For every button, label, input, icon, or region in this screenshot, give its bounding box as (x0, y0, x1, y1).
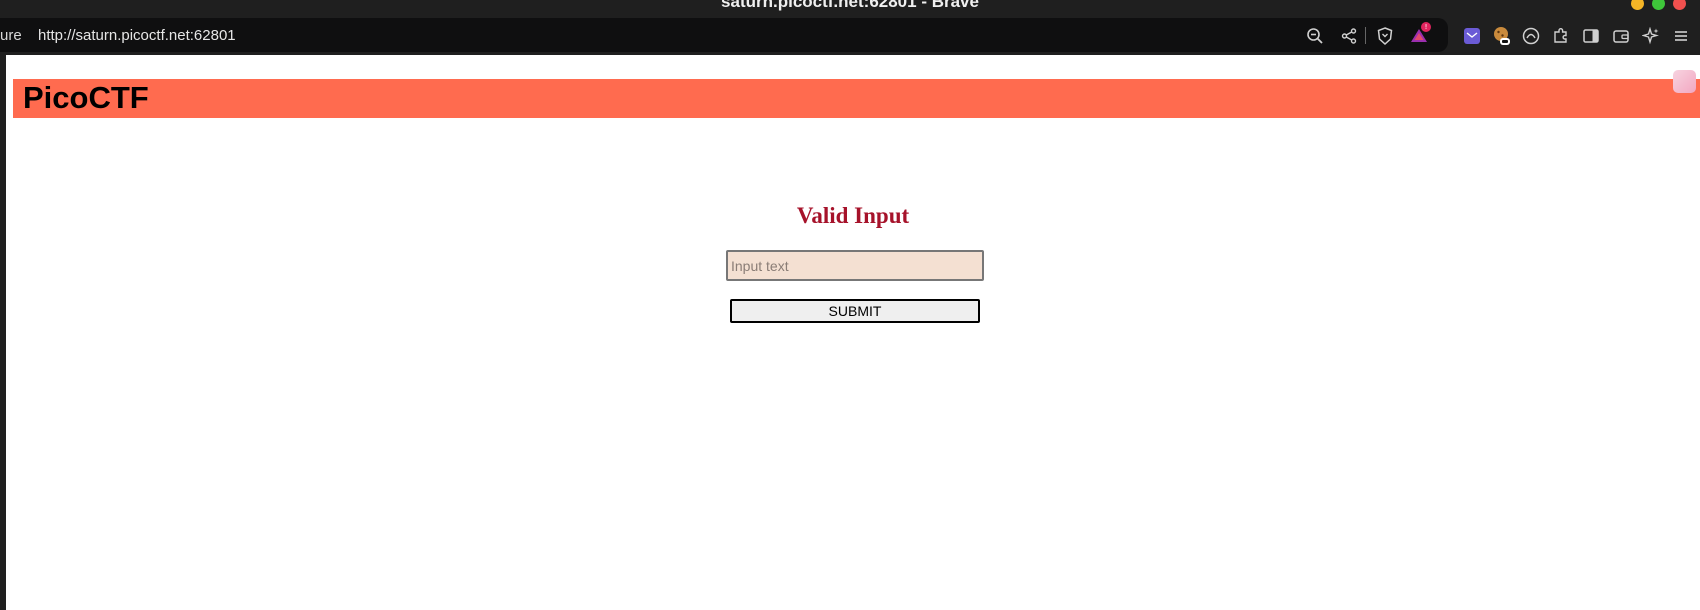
text-input-field[interactable] (726, 250, 984, 281)
leo-ai-icon[interactable] (1641, 26, 1661, 46)
zoom-out-icon[interactable] (1305, 26, 1325, 46)
window-title: saturn.picoctf.net:62801 - Brave (721, 0, 979, 11)
wallet-icon[interactable] (1611, 26, 1631, 46)
extensions-puzzle-icon[interactable] (1551, 26, 1571, 46)
window-controls (1631, 0, 1686, 10)
brave-shields-icon[interactable] (1375, 26, 1395, 46)
form-title: Valid Input (796, 203, 910, 228)
page-viewport: PicoCTF Valid Input SUBMIT (6, 55, 1700, 610)
share-icon[interactable] (1339, 26, 1359, 46)
sidebar-icon[interactable] (1581, 26, 1601, 46)
extension-helmet-icon[interactable] (1521, 26, 1541, 46)
rewards-badge: ! (1421, 22, 1431, 32)
address-bar-prefix: ure (0, 27, 22, 44)
toolbar-separator (1365, 27, 1366, 44)
minimize-button[interactable] (1631, 0, 1644, 10)
window-titlebar: saturn.picoctf.net:62801 - Brave (0, 0, 1700, 18)
browser-toolbar: ure http://saturn.picoctf.net:62801 ! (0, 18, 1700, 55)
address-bar[interactable]: ure http://saturn.picoctf.net:62801 ! (0, 18, 1448, 52)
menu-icon[interactable] (1671, 26, 1691, 46)
maximize-button[interactable] (1652, 0, 1665, 10)
extension-mail-icon[interactable] (1462, 26, 1482, 46)
site-brand: PicoCTF (23, 80, 149, 115)
submit-button[interactable]: SUBMIT (730, 299, 980, 323)
brave-rewards-icon[interactable]: ! (1409, 22, 1431, 46)
extension-cookie-icon[interactable] (1492, 26, 1512, 46)
page-corner-extension-icon[interactable] (1673, 70, 1696, 93)
close-button[interactable] (1673, 0, 1686, 10)
site-header: PicoCTF (13, 79, 1700, 118)
address-bar-url[interactable]: http://saturn.picoctf.net:62801 (38, 27, 236, 44)
